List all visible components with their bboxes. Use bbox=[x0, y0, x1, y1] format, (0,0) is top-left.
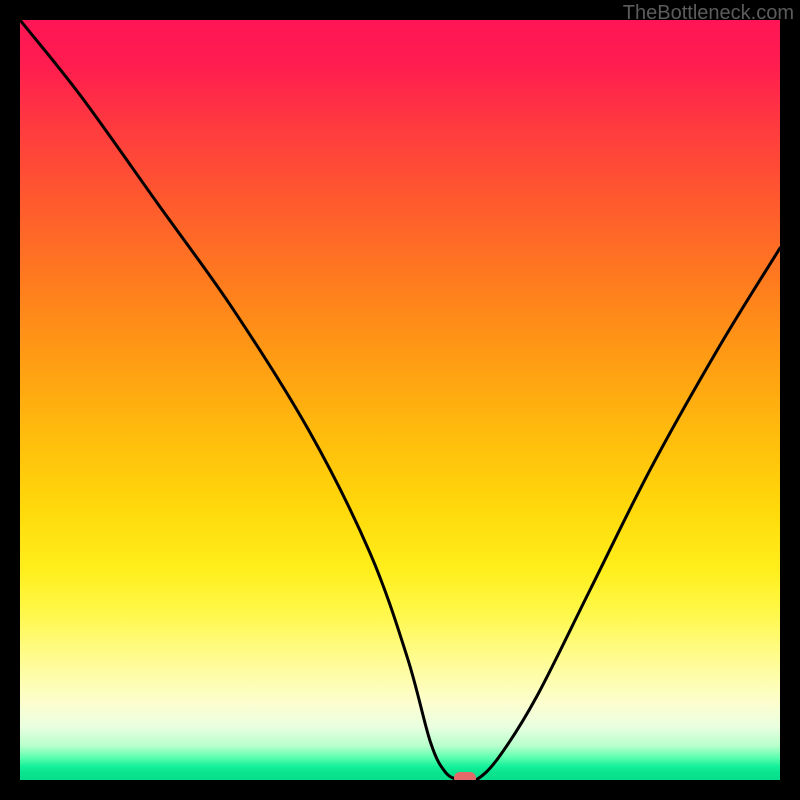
bottleneck-curve bbox=[20, 20, 780, 780]
curve-path bbox=[20, 20, 780, 780]
watermark-text: TheBottleneck.com bbox=[623, 2, 794, 25]
minimum-marker bbox=[454, 772, 476, 780]
chart-frame: TheBottleneck.com bbox=[0, 0, 800, 800]
plot-area bbox=[20, 20, 780, 780]
